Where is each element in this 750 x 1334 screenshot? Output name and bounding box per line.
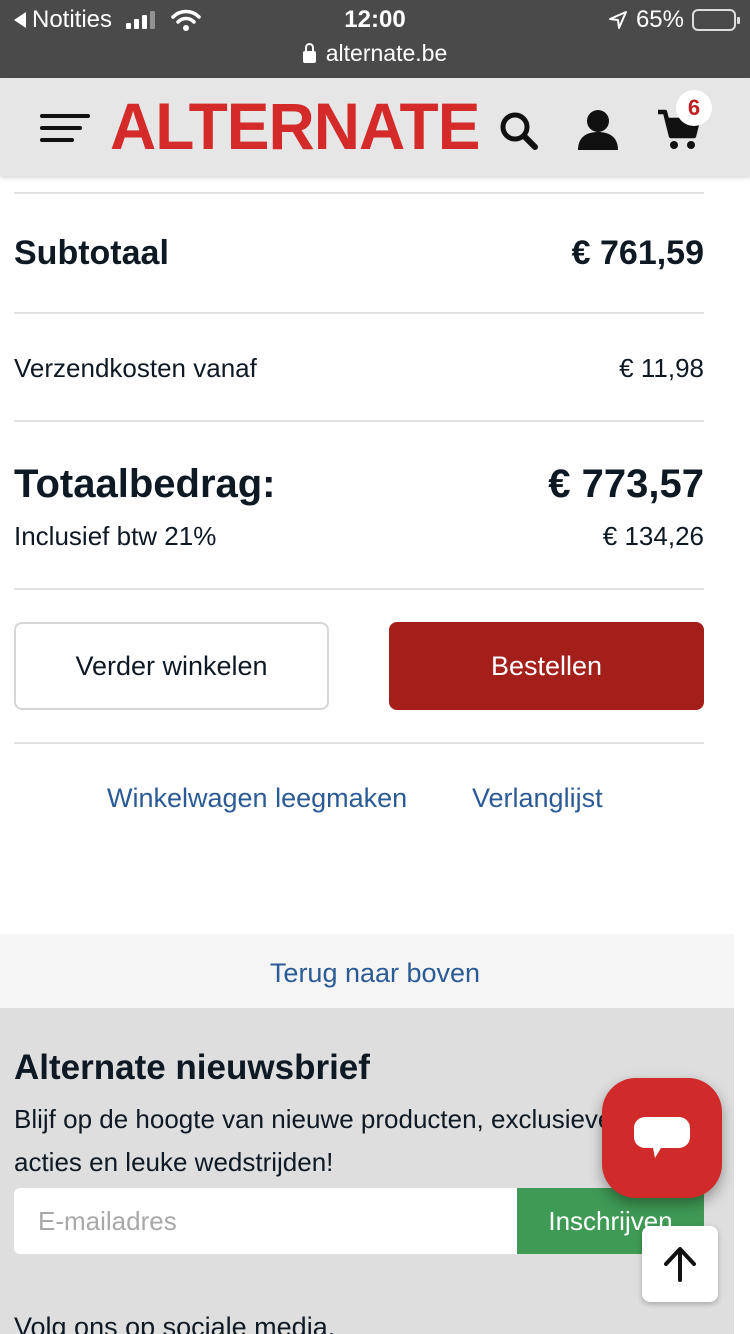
back-to-top-bar: Terug naar boven	[0, 934, 734, 1008]
chat-button[interactable]	[602, 1078, 722, 1198]
vat-label: Inclusief btw 21%	[14, 521, 217, 551]
subtotal-label: Subtotaal	[14, 234, 169, 272]
url-text: alternate.be	[325, 40, 448, 66]
continue-shopping-button[interactable]: Verder winkelen	[14, 622, 329, 710]
scroll-to-top-button[interactable]	[642, 1226, 718, 1302]
arrow-up-icon	[664, 1247, 696, 1282]
empty-cart-link[interactable]: Winkelwagen leegmaken	[107, 783, 407, 814]
status-right: 65%	[608, 6, 740, 34]
subtotal-value: € 761,59	[571, 234, 704, 272]
shipping-value: € 11,98	[619, 353, 704, 383]
url-bar[interactable]: alternate.be	[0, 40, 750, 67]
battery-icon	[692, 9, 740, 31]
newsletter-text: Blijf op de hoogte van nieuwe producten,…	[14, 1104, 613, 1177]
alternate-logo[interactable]: ALTERNATE	[110, 88, 480, 164]
email-field[interactable]	[14, 1188, 518, 1254]
cart-count-badge: 6	[676, 90, 712, 126]
newsletter-title: Alternate nieuwsbrief	[14, 1048, 370, 1087]
social-media-heading: Volg ons op sociale media.	[14, 1312, 336, 1334]
user-icon[interactable]	[576, 108, 620, 152]
divider	[14, 192, 704, 194]
location-icon	[608, 11, 627, 29]
order-button[interactable]: Bestellen	[389, 622, 704, 710]
search-icon[interactable]	[498, 110, 540, 152]
hamburger-menu-icon[interactable]	[40, 114, 90, 144]
divider	[14, 420, 704, 422]
site-header: ALTERNATE	[0, 78, 750, 176]
divider	[14, 312, 704, 314]
lock-icon	[302, 42, 316, 63]
total-label: Totaalbedrag:	[14, 462, 276, 506]
wishlist-link[interactable]: Verlanglijst	[472, 783, 603, 814]
divider	[14, 588, 704, 590]
vat-value: € 134,26	[602, 521, 704, 551]
ios-status-bar: Notities 12:00 65% alternate.be	[0, 0, 750, 78]
battery-percent: 65%	[635, 6, 684, 33]
chat-bubble-icon	[634, 1117, 690, 1158]
shipping-label: Verzendkosten vanaf	[14, 353, 257, 383]
back-to-top-link[interactable]: Terug naar boven	[0, 958, 750, 989]
total-value: € 773,57	[548, 462, 704, 506]
divider	[14, 742, 704, 744]
